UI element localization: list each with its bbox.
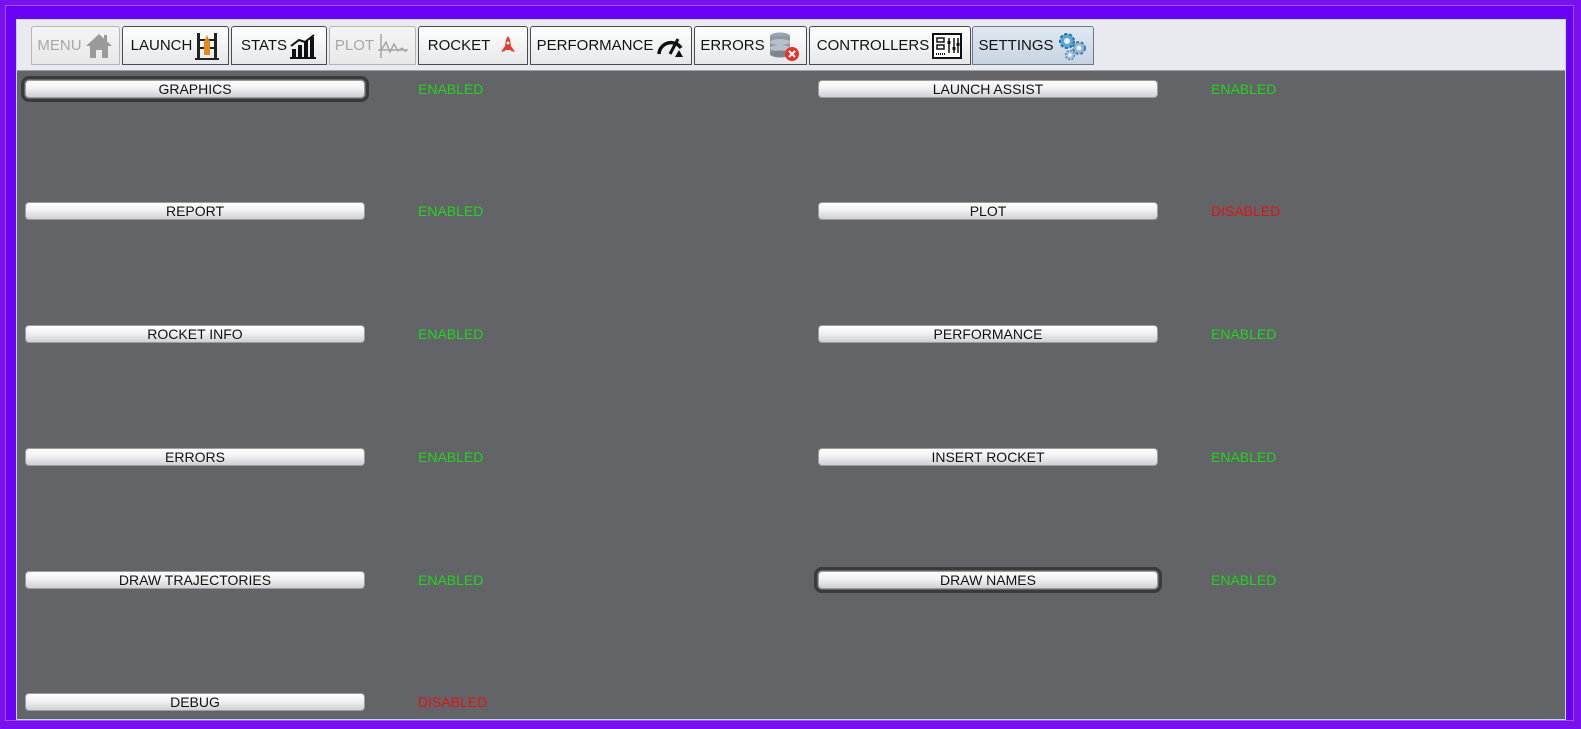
launch-assist-button[interactable]: LAUNCH ASSIST	[818, 80, 1158, 98]
tab-label: ERRORS	[700, 37, 765, 54]
settings-window: MENU LAUNCH STATS PLOT ROCKET PERFORMANC…	[16, 19, 1566, 720]
database-error-icon	[767, 30, 801, 62]
insert-rocket-button[interactable]: INSERT ROCKET	[818, 448, 1158, 466]
gears-icon	[1056, 31, 1088, 61]
bar-chart-icon	[289, 33, 317, 59]
launch-pad-icon	[194, 31, 220, 61]
line-plot-icon	[376, 32, 410, 60]
graphics-button[interactable]: GRAPHICS	[21, 76, 369, 102]
draw-trajectories-button[interactable]: DRAW TRAJECTORIES	[25, 571, 365, 589]
home-icon	[84, 32, 114, 60]
performance-button[interactable]: PERFORMANCE	[818, 325, 1158, 343]
tab-label: SETTINGS	[978, 37, 1054, 54]
graphics-status: ENABLED	[418, 81, 484, 97]
insert-rocket-status: ENABLED	[1211, 449, 1277, 465]
tab-stats[interactable]: STATS	[231, 26, 327, 65]
tab-label: MENU	[37, 37, 82, 54]
debug-status: DISABLED	[418, 694, 488, 710]
tab-performance[interactable]: PERFORMANCE	[530, 26, 692, 65]
rocket-info-status: ENABLED	[418, 326, 484, 342]
tab-label: LAUNCH	[130, 37, 193, 54]
plot-status: DISABLED	[1211, 203, 1281, 219]
tab-menu[interactable]: MENU	[31, 26, 120, 65]
tab-errors[interactable]: ERRORS	[694, 26, 807, 65]
rocket-icon	[498, 34, 518, 58]
speedometer-icon	[655, 32, 685, 60]
window-border: MENU LAUNCH STATS PLOT ROCKET PERFORMANC…	[5, 5, 1574, 721]
tab-label: ROCKET	[427, 37, 491, 54]
tab-label: PLOT	[334, 37, 375, 54]
tab-rocket[interactable]: ROCKET	[418, 26, 528, 65]
tab-label: STATS	[240, 37, 288, 54]
report-status: ENABLED	[418, 203, 484, 219]
plot-button[interactable]: PLOT	[818, 202, 1158, 220]
tab-label: CONTROLLERS	[816, 37, 930, 54]
tab-bar: MENU LAUNCH STATS PLOT ROCKET PERFORMANC…	[17, 20, 1565, 71]
debug-button[interactable]: DEBUG	[25, 693, 365, 711]
performance-status: ENABLED	[1211, 326, 1277, 342]
rocket-info-button[interactable]: ROCKET INFO	[25, 325, 365, 343]
tab-controllers[interactable]: CONTROLLERS	[809, 26, 971, 65]
draw-trajectories-status: ENABLED	[418, 572, 484, 588]
tab-plot[interactable]: PLOT	[329, 26, 416, 65]
draw-names-status: ENABLED	[1211, 572, 1277, 588]
errors-status: ENABLED	[418, 449, 484, 465]
tab-label: PERFORMANCE	[536, 37, 654, 54]
draw-names-button[interactable]: DRAW NAMES	[814, 567, 1162, 593]
control-panel-icon	[931, 32, 963, 60]
launch-assist-status: ENABLED	[1211, 81, 1277, 97]
errors-button[interactable]: ERRORS	[25, 448, 365, 466]
tab-settings[interactable]: SETTINGS	[972, 26, 1094, 65]
report-button[interactable]: REPORT	[25, 202, 365, 220]
tab-launch[interactable]: LAUNCH	[122, 26, 229, 65]
